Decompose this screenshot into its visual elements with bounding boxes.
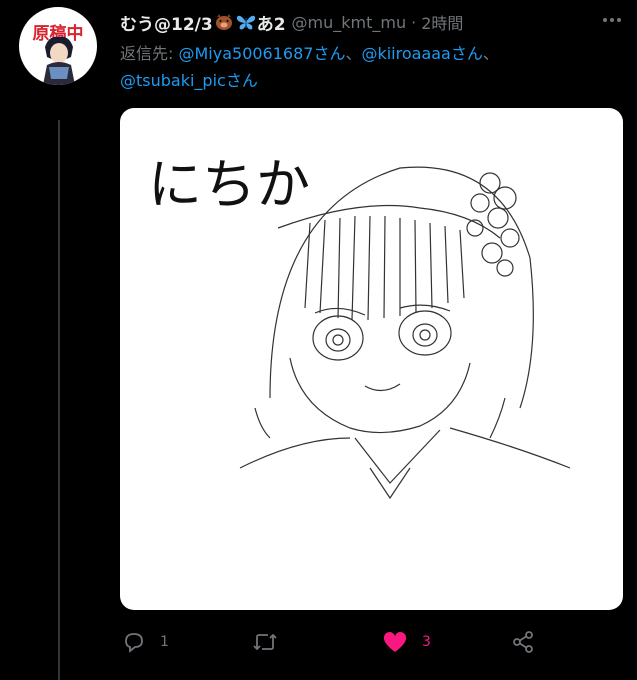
- reply-prefix: 返信先:: [120, 44, 179, 63]
- mention-separator: 、: [345, 44, 362, 63]
- more-options-icon[interactable]: [600, 8, 624, 32]
- header-separator: ·: [411, 12, 417, 32]
- tweet-header: むう@12/3 あ2 @mu_kmt_mu · 2時間: [120, 10, 463, 35]
- timestamp[interactable]: 2時間: [421, 10, 463, 34]
- sketch-drawing: にちか: [148, 153, 571, 500]
- like-button[interactable]: 3: [382, 624, 431, 660]
- heart-icon: [383, 632, 407, 652]
- thread-line: [58, 120, 60, 680]
- user-handle[interactable]: @mu_kmt_mu: [292, 13, 407, 32]
- mention-separator: 、: [482, 44, 499, 63]
- reply-to: 返信先: @Miya50061687さん、@kiiroaaaaさん、 @tsuba…: [120, 40, 620, 94]
- mention-link[interactable]: @tsubaki_picさん: [120, 71, 258, 90]
- mention-link[interactable]: @Miya50061687さん: [178, 44, 345, 63]
- retweet-icon: [253, 633, 277, 651]
- handwritten-caption: にちか: [148, 153, 310, 216]
- tweet-image[interactable]: にちか: [120, 108, 623, 610]
- like-count: 3: [422, 634, 431, 650]
- boar-emoji-icon: [215, 14, 232, 30]
- avatar-illustration: [43, 36, 75, 85]
- share-icon: [513, 631, 533, 653]
- reply-icon: [125, 633, 143, 653]
- reply-button[interactable]: 1: [122, 624, 169, 660]
- display-name[interactable]: むう@12/3: [120, 10, 213, 35]
- avatar[interactable]: 原稿中: [19, 7, 97, 85]
- display-name-suffix[interactable]: あ2: [257, 10, 286, 35]
- share-button[interactable]: [511, 624, 535, 660]
- butterfly-emoji-icon: [236, 15, 255, 30]
- retweet-button[interactable]: [252, 624, 278, 660]
- mention-link[interactable]: @kiiroaaaaさん: [361, 44, 482, 63]
- tweet-actions: 1 3: [120, 624, 620, 660]
- reply-count: 1: [160, 634, 169, 650]
